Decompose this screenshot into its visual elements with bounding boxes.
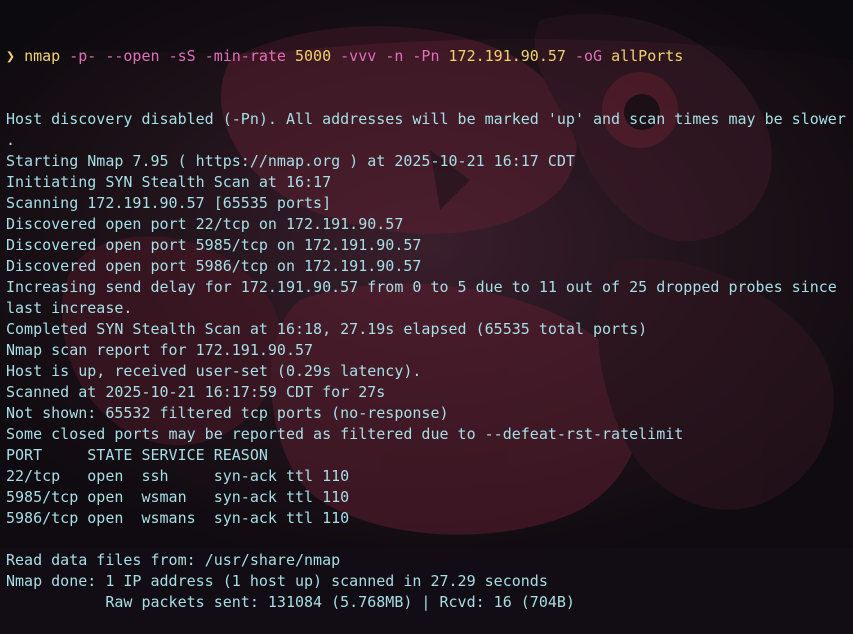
output-block: Host discovery disabled (-Pn). All addre… xyxy=(6,109,849,613)
output-line: Host is up, received user-set (0.29s lat… xyxy=(6,362,422,380)
output-line: 22/tcp open ssh syn-ack ttl 110 xyxy=(6,467,350,485)
output-line: Host discovery disabled (-Pn). All addre… xyxy=(6,110,846,128)
terminal-output: ❯ nmap -p- --open -sS -min-rate 5000 -vv… xyxy=(6,4,849,634)
output-line: Initiating SYN Stealth Scan at 16:17 xyxy=(6,173,332,191)
command-flag: -min-rate xyxy=(204,47,286,65)
output-line: Discovered open port 22/tcp on 172.191.9… xyxy=(6,215,404,233)
output-line: last increase. xyxy=(6,299,133,317)
output-line: Nmap scan report for 172.191.90.57 xyxy=(6,341,314,359)
output-line: Scanned at 2025-10-21 16:17:59 CDT for 2… xyxy=(6,383,386,401)
command-flag: -n xyxy=(385,47,404,65)
output-line: Discovered open port 5986/tcp on 172.191… xyxy=(6,257,422,275)
output-line: PORT STATE SERVICE REASON xyxy=(6,446,268,464)
command-flag: -vvv xyxy=(340,47,377,65)
command-flag: -oG xyxy=(574,47,603,65)
output-line: Some closed ports may be reported as fil… xyxy=(6,425,684,443)
output-line: Completed SYN Stealth Scan at 16:18, 27.… xyxy=(6,320,648,338)
output-line: Discovered open port 5985/tcp on 172.191… xyxy=(6,236,422,254)
output-line: 5986/tcp open wsmans syn-ack ttl 110 xyxy=(6,509,350,527)
output-line: Raw packets sent: 131084 (5.768MB) | Rcv… xyxy=(6,593,575,611)
command-flag: -sS xyxy=(168,47,196,65)
output-line: 5985/tcp open wsman syn-ack ttl 110 xyxy=(6,488,350,506)
output-line: Increasing send delay for 172.191.90.57 … xyxy=(6,278,837,296)
command-argument: allPorts xyxy=(611,47,684,65)
command-argument: 5000 xyxy=(295,47,332,65)
output-line: Starting Nmap 7.95 ( https://nmap.org ) … xyxy=(6,152,575,170)
command-flag: -Pn xyxy=(412,47,440,65)
command-argument: 172.191.90.57 xyxy=(448,47,566,65)
output-line: Nmap done: 1 IP address (1 host up) scan… xyxy=(6,572,548,590)
output-line: . xyxy=(6,131,16,149)
command-prompt-line[interactable]: ❯ nmap -p- --open -sS -min-rate 5000 -vv… xyxy=(6,46,849,67)
command-flag: --open xyxy=(105,47,160,65)
output-line: Read data files from: /usr/share/nmap xyxy=(6,551,341,569)
command-arguments: -p- --open -sS -min-rate 5000 -vvv -n -P… xyxy=(60,47,683,65)
prompt-symbol: ❯ xyxy=(6,47,16,65)
output-line: Scanning 172.191.90.57 [65535 ports] xyxy=(6,194,332,212)
command-flag: -p- xyxy=(69,47,97,65)
output-line: Not shown: 65532 filtered tcp ports (no-… xyxy=(6,404,449,422)
command-name: nmap xyxy=(24,47,61,65)
